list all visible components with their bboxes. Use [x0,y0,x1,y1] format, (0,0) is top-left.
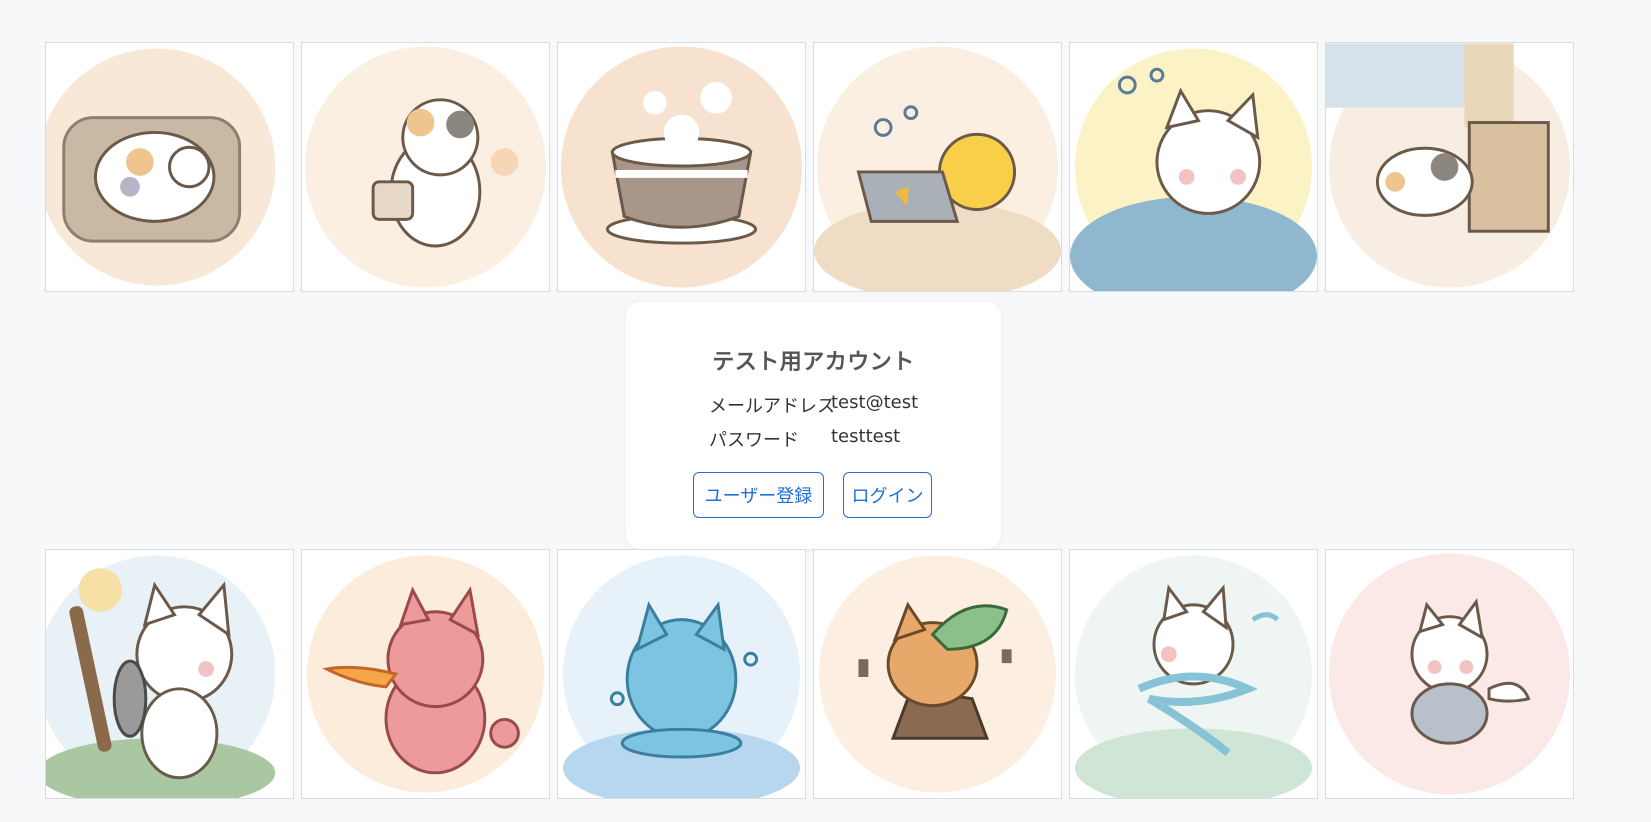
cat-latte-cup-illustration [557,42,806,292]
email-row: メールアドレス test@test [709,392,969,417]
password-value: testtest [831,426,901,447]
water-slime-cat-illustration [557,549,806,799]
gallery-top-row [45,42,1581,294]
earth-leaf-cat-illustration [813,549,1062,799]
fire-dragon-cat-illustration [301,549,550,799]
angel-cat-illustration [1325,549,1574,799]
cat-holding-mug-illustration [301,42,550,292]
gallery-bottom-row [45,549,1581,801]
test-account-card: テスト用アカウント メールアドレス test@test パスワード testte… [626,302,1001,549]
chick-with-laptop-illustration [813,42,1062,292]
register-button[interactable]: ユーザー登録 [693,472,824,518]
email-label: メールアドレス [709,396,835,417]
cat-relaxing-under-blanket-illustration [1069,42,1318,292]
card-title: テスト用アカウント [712,350,915,375]
email-value: test@test [831,392,919,413]
cat-sleeping-on-cushion-illustration [45,42,294,292]
login-button[interactable]: ログイン [843,472,932,518]
wind-cat-illustration [1069,549,1318,799]
cat-warrior-with-stick-and-shield-illustration [45,549,294,799]
cat-peeking-by-window-illustration [1325,42,1574,292]
password-row: パスワード testtest [709,426,969,451]
password-label: パスワード [709,430,799,451]
